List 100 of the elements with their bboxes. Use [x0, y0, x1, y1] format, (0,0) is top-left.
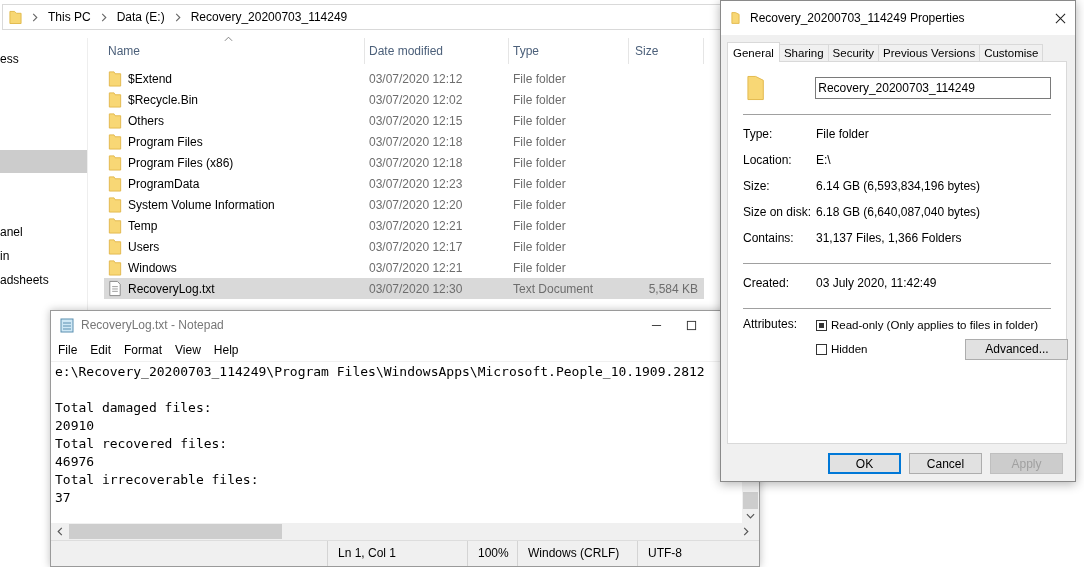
- tab[interactable]: General: [727, 42, 780, 62]
- close-icon[interactable]: [1055, 12, 1066, 24]
- column-header[interactable]: Date modified: [365, 38, 509, 64]
- file-name: $Extend: [128, 71, 173, 86]
- date-cell-text: 03/07/2020 12:18: [368, 155, 464, 170]
- sidebar-item[interactable]: adsheets: [0, 270, 87, 290]
- dialog-button[interactable]: Cancel: [909, 453, 982, 474]
- file-name: Others: [128, 113, 164, 128]
- type-cell-text: File folder: [512, 113, 567, 128]
- menu-item[interactable]: View: [175, 343, 201, 357]
- name-field[interactable]: Recovery_20200703_114249: [815, 77, 1051, 99]
- checkbox[interactable]: [816, 319, 827, 331]
- property-label: Attributes:: [743, 317, 799, 333]
- file-name: Users: [128, 239, 160, 254]
- type-cell-text: File folder: [512, 92, 567, 107]
- property-label: Size:: [743, 179, 771, 193]
- window-title: RecoveryLog.txt - Notepad: [81, 318, 225, 332]
- date-cell-text: 03/07/2020 12:20: [368, 197, 464, 212]
- property-label: Created:: [743, 276, 791, 290]
- file-row[interactable]: ProgramData 03/07/2020 12:23 File folder: [104, 173, 704, 194]
- folder-icon: [108, 112, 122, 129]
- status-text: Windows (CRLF): [517, 541, 637, 566]
- file-row[interactable]: Windows 03/07/2020 12:21 File folder: [104, 257, 704, 278]
- dialog-button[interactable]: OK: [828, 453, 901, 474]
- file-row[interactable]: Temp 03/07/2020 12:21 File folder: [104, 215, 704, 236]
- property-value: E:\: [816, 153, 831, 167]
- type-cell-text: File folder: [512, 155, 567, 170]
- type-cell-text: Text Document: [512, 281, 595, 296]
- property-value: 6.14 GB (6,593,834,196 bytes): [816, 179, 981, 193]
- breadcrumb-item[interactable]: Data (E:): [116, 10, 165, 24]
- type-cell-text: File folder: [512, 260, 567, 275]
- date-cell-text: 03/07/2020 12:21: [368, 218, 464, 233]
- breadcrumb-item[interactable]: This PC: [48, 10, 91, 24]
- type-cell-text: File folder: [512, 218, 567, 233]
- date-cell-text: 03/07/2020 12:18: [368, 134, 464, 149]
- file-row[interactable]: Program Files (x86) 03/07/2020 12:18 File folder: [104, 152, 704, 173]
- menu-item[interactable]: Format: [124, 343, 163, 357]
- column-header[interactable]: Type: [509, 38, 629, 64]
- column-header[interactable]: Size: [629, 38, 704, 64]
- property-value: 31,137 Files, 1,366 Folders: [816, 231, 962, 245]
- breadcrumb-item[interactable]: Recovery_20200703_114249: [190, 10, 348, 24]
- file-name: $Recycle.Bin: [128, 92, 199, 107]
- file-name: Program Files: [128, 134, 203, 149]
- sidebar-item[interactable]: ess: [0, 49, 87, 69]
- folder-icon: [108, 91, 122, 108]
- date-cell-text: 03/07/2020 12:30: [368, 281, 464, 296]
- menu-item[interactable]: File: [58, 343, 78, 357]
- tab[interactable]: Sharing: [778, 44, 829, 61]
- menu-item[interactable]: Help: [213, 343, 239, 357]
- type-cell-text: File folder: [512, 239, 567, 254]
- status-text: 100%: [467, 541, 517, 566]
- menu-item[interactable]: Edit: [90, 343, 112, 357]
- type-cell-text: File folder: [512, 71, 567, 86]
- notepad-icon: [59, 317, 75, 333]
- status-text: Ln 1, Col 1: [327, 541, 467, 566]
- folder-icon: [746, 74, 766, 102]
- scroll-down-icon[interactable]: [746, 513, 755, 519]
- file-row[interactable]: System Volume Information 03/07/2020 12:20 File folder: [104, 194, 704, 215]
- sidebar-item[interactable]: anel: [0, 222, 87, 242]
- checkbox[interactable]: [816, 343, 827, 355]
- folder-icon: [9, 9, 22, 25]
- sidebar-item[interactable]: in: [0, 246, 87, 266]
- window-title: Recovery_20200703_114249 Properties: [750, 11, 966, 25]
- file-row[interactable]: Others 03/07/2020 12:15 File folder: [104, 110, 704, 131]
- type-cell-text: File folder: [512, 176, 567, 191]
- folder-icon: [108, 238, 122, 255]
- date-cell-text: 03/07/2020 12:23: [368, 176, 464, 191]
- scroll-right-icon[interactable]: [743, 527, 749, 536]
- column-header[interactable]: Name: [104, 38, 365, 64]
- folder-icon: [108, 175, 122, 192]
- property-label: Contains:: [743, 231, 795, 245]
- folder-icon: [108, 133, 122, 150]
- horizontal-scrollbar[interactable]: [51, 523, 759, 540]
- folder-icon: [108, 154, 122, 171]
- property-label: Size on disk:: [743, 205, 813, 219]
- file-row[interactable]: Program Files 03/07/2020 12:18 File folder: [104, 131, 704, 152]
- folder-icon: [108, 217, 122, 234]
- chevron-icon: [32, 12, 38, 22]
- maximize-icon[interactable]: [686, 319, 697, 331]
- file-name: RecoveryLog.txt: [128, 281, 215, 296]
- type-cell-text: File folder: [512, 134, 567, 149]
- property-value: 03 July 2020, 11:42:49: [816, 276, 937, 290]
- file-row[interactable]: $Extend 03/07/2020 12:12 File folder: [104, 68, 704, 89]
- file-row[interactable]: Users 03/07/2020 12:17 File folder: [104, 236, 704, 257]
- chevron-icon: [100, 12, 107, 22]
- scroll-thumb[interactable]: [743, 492, 758, 509]
- folder-icon: [108, 259, 122, 276]
- tab[interactable]: Customise: [979, 44, 1044, 61]
- date-cell-text: 03/07/2020 12:02: [368, 92, 464, 107]
- property-label: Location:: [743, 153, 793, 167]
- folder-icon: [108, 196, 122, 213]
- file-name: Program Files (x86): [128, 155, 234, 170]
- scroll-left-icon[interactable]: [57, 527, 63, 536]
- checkbox-label: Read-only (Only applies to files in folder): [831, 319, 1039, 331]
- tab[interactable]: Security: [827, 44, 880, 61]
- file-row[interactable]: RecoveryLog.txt 03/07/2020 12:30 Text Document 5,584 KB: [104, 278, 704, 299]
- text-file-icon: [108, 280, 122, 297]
- file-name: Temp: [128, 218, 158, 233]
- file-row[interactable]: $Recycle.Bin 03/07/2020 12:02 File folder: [104, 89, 704, 110]
- advanced-button[interactable]: Advanced...: [965, 338, 1069, 360]
